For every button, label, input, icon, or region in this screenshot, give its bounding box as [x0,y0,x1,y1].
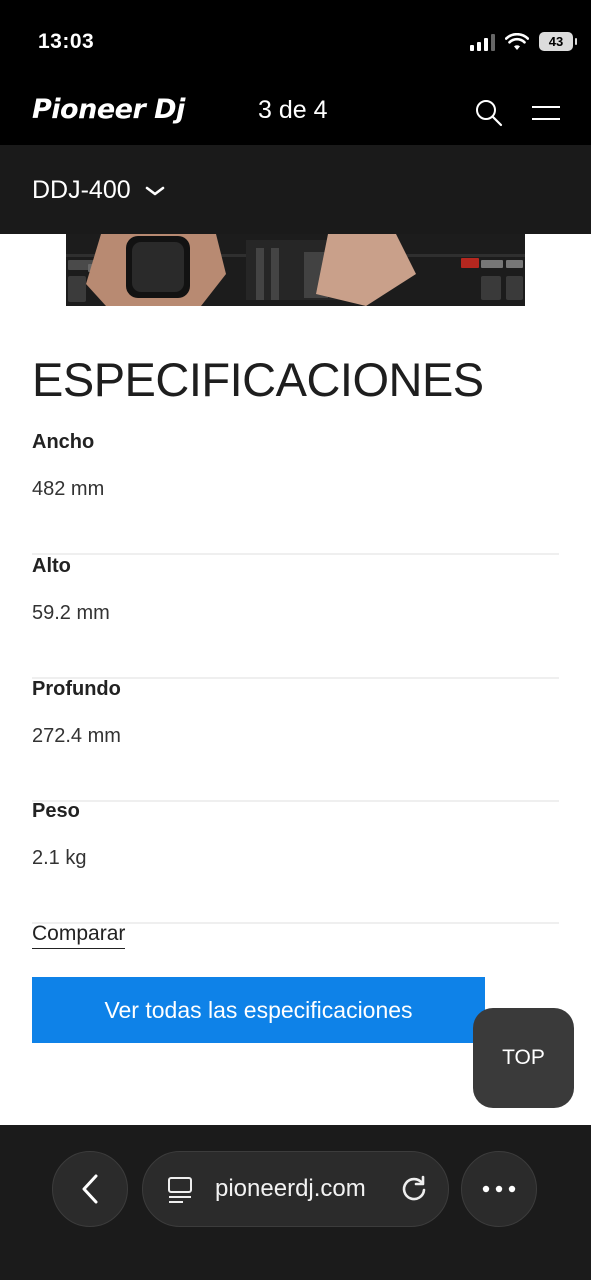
spec-label: Ancho [32,431,95,453]
view-all-specs-button[interactable]: Ver todas las especificaciones [32,977,485,1043]
spec-label: Peso [32,800,80,822]
spec-label: Alto [32,555,71,577]
product-hero-image [66,234,525,306]
compare-link[interactable]: Comparar [32,922,126,949]
spec-value: 59.2 mm [32,602,110,624]
url-text: pioneerdj.com [215,1175,366,1202]
pioneer-dj-logo[interactable]: Pioneer Dj [32,94,185,125]
back-icon [82,1174,98,1204]
reader-icon[interactable] [167,1176,193,1204]
product-name: DDJ-400 [32,176,131,204]
address-bar[interactable]: pioneerdj.com [142,1151,449,1227]
product-dropdown[interactable]: DDJ-400 [32,176,165,205]
back-to-top-button[interactable]: TOP [473,1008,574,1108]
status-indicators: 43 [470,32,577,51]
more-icon [482,1185,516,1193]
spec-label: Profundo [32,678,121,700]
hamburger-menu-icon[interactable] [531,100,561,126]
spec-value: 272.4 mm [32,725,121,747]
page-counter: 3 de 4 [258,96,328,124]
spec-item-width: Ancho 482 mm [32,431,559,555]
wifi-icon [505,32,529,50]
specifications-heading: ESPECIFICACIONES [32,353,484,406]
search-icon[interactable] [474,98,504,128]
reload-icon[interactable] [399,1174,429,1204]
spec-value: 2.1 kg [32,847,87,869]
cellular-signal-icon [470,33,495,51]
site-header: Pioneer Dj 3 de 4 [0,80,591,145]
chevron-down-icon [145,186,164,195]
status-time: 13:03 [38,30,95,53]
spec-item-weight: Peso 2.1 kg [32,800,559,924]
status-bar: 13:03 43 [0,0,591,80]
back-button[interactable] [52,1151,128,1227]
spec-value: 482 mm [32,478,105,500]
spec-item-depth: Profundo 272.4 mm [32,678,559,802]
product-subnav: DDJ-400 [0,145,591,234]
battery-icon: 43 [539,32,577,51]
browser-toolbar: pioneerdj.com [0,1125,591,1280]
more-options-button[interactable] [461,1151,537,1227]
spec-item-height: Alto 59.2 mm [32,555,559,679]
